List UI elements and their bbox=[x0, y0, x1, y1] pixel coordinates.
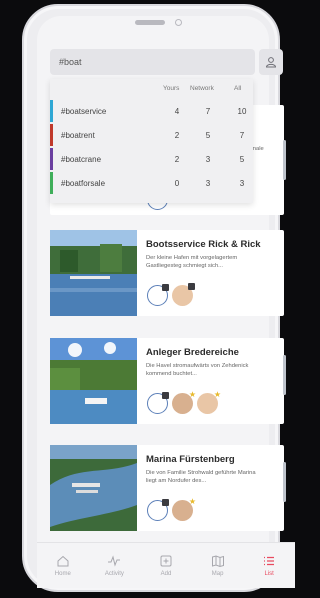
card-avatars: ★ bbox=[147, 497, 196, 521]
badge bbox=[162, 392, 169, 399]
suggestion-tag: #boatservice bbox=[61, 107, 107, 116]
card-title: Marina Fürstenberg bbox=[146, 454, 235, 465]
count-network: 3 bbox=[205, 179, 211, 188]
map-icon bbox=[211, 555, 224, 568]
tab-map[interactable]: Map bbox=[198, 554, 238, 577]
tab-activity[interactable]: Activity bbox=[94, 554, 134, 577]
list-card[interactable]: Anleger Bredereiche Die Havel stromaufwä… bbox=[50, 338, 286, 424]
tab-home[interactable]: Home bbox=[43, 554, 83, 577]
avatar[interactable]: ★ bbox=[172, 497, 196, 521]
suggestion-row[interactable]: #boatforsale 0 3 3 bbox=[50, 172, 253, 194]
list-icon bbox=[264, 556, 275, 566]
suggestion-row[interactable]: #boatcrane 2 3 5 bbox=[50, 148, 253, 170]
tab-label: Activity bbox=[104, 571, 124, 577]
list-card[interactable]: Marina Fürstenberg Die von Familie Stroh… bbox=[50, 445, 286, 531]
place-logo bbox=[147, 284, 169, 306]
card-title: Anleger Bredereiche bbox=[146, 347, 239, 358]
place-logo bbox=[147, 499, 169, 521]
card-title: Bootsservice Rick & Rick bbox=[146, 239, 261, 250]
badge bbox=[188, 283, 195, 290]
user-icon bbox=[265, 57, 277, 68]
count-yours: 4 bbox=[174, 107, 180, 116]
tab-add[interactable]: Add bbox=[146, 554, 186, 577]
star-icon: ★ bbox=[188, 390, 196, 399]
badge bbox=[162, 499, 169, 506]
tab-label: Home bbox=[54, 571, 71, 577]
count-network: 3 bbox=[205, 155, 211, 164]
add-icon bbox=[160, 555, 172, 567]
card-avatars bbox=[147, 283, 195, 306]
card-image bbox=[50, 230, 137, 316]
card-image bbox=[50, 338, 137, 424]
tab-label: Add bbox=[160, 571, 172, 577]
header-yours: Yours bbox=[163, 85, 180, 92]
avatar[interactable]: ★ bbox=[197, 390, 221, 414]
header-all: All bbox=[234, 85, 242, 92]
suggestion-tag: #boatrent bbox=[61, 131, 95, 140]
suggestion-tag: #boatcrane bbox=[61, 155, 102, 164]
tab-label: List bbox=[264, 571, 274, 577]
tab-label: Map bbox=[211, 571, 224, 577]
speaker bbox=[135, 20, 165, 25]
list-card[interactable]: Bootsservice Rick & Rick Der kleine Hafe… bbox=[50, 230, 284, 316]
header-network: Network bbox=[190, 85, 214, 92]
count-all: 7 bbox=[239, 131, 245, 140]
badge bbox=[162, 284, 169, 291]
home-icon bbox=[57, 555, 69, 567]
card-desc: Die Havel stromaufwärts von Zehdenick ko… bbox=[146, 363, 249, 377]
count-network: 7 bbox=[205, 107, 211, 116]
count-yours: 0 bbox=[174, 179, 180, 188]
suggestion-row[interactable]: #boatservice 4 7 10 bbox=[50, 100, 253, 122]
count-all: 5 bbox=[239, 155, 245, 164]
activity-icon bbox=[108, 555, 121, 567]
suggestion-tag: #boatforsale bbox=[61, 179, 106, 188]
count-yours: 2 bbox=[174, 131, 180, 140]
hashtag-suggestions: Yours Network All #boatservice 4 7 10 #b… bbox=[50, 79, 253, 203]
count-all: 10 bbox=[237, 107, 247, 116]
scroll-indicator bbox=[283, 140, 286, 180]
tab-list[interactable]: List bbox=[249, 554, 289, 577]
count-all: 3 bbox=[239, 179, 245, 188]
suggestion-row[interactable]: #boatrent 2 5 7 bbox=[50, 124, 253, 146]
star-icon: ★ bbox=[213, 390, 221, 399]
avatar[interactable] bbox=[172, 283, 195, 306]
star-icon: ★ bbox=[188, 497, 196, 506]
place-logo bbox=[147, 392, 169, 414]
avatar[interactable]: ★ bbox=[172, 390, 196, 414]
search-input[interactable] bbox=[50, 49, 255, 75]
tab-bar: Home Activity Add Map List bbox=[37, 542, 295, 588]
card-avatars: ★ ★ bbox=[147, 390, 221, 414]
user-button[interactable] bbox=[259, 49, 283, 75]
card-image bbox=[50, 445, 137, 531]
scroll-indicator bbox=[283, 355, 286, 395]
count-yours: 2 bbox=[174, 155, 180, 164]
scroll-indicator bbox=[283, 462, 286, 502]
camera bbox=[175, 19, 182, 26]
card-desc: Die von Familie Strohwald geführte Marin… bbox=[146, 470, 256, 484]
count-network: 5 bbox=[205, 131, 211, 140]
card-desc: Der kleine Hafen mit vorgelagertem Gastl… bbox=[146, 255, 238, 269]
